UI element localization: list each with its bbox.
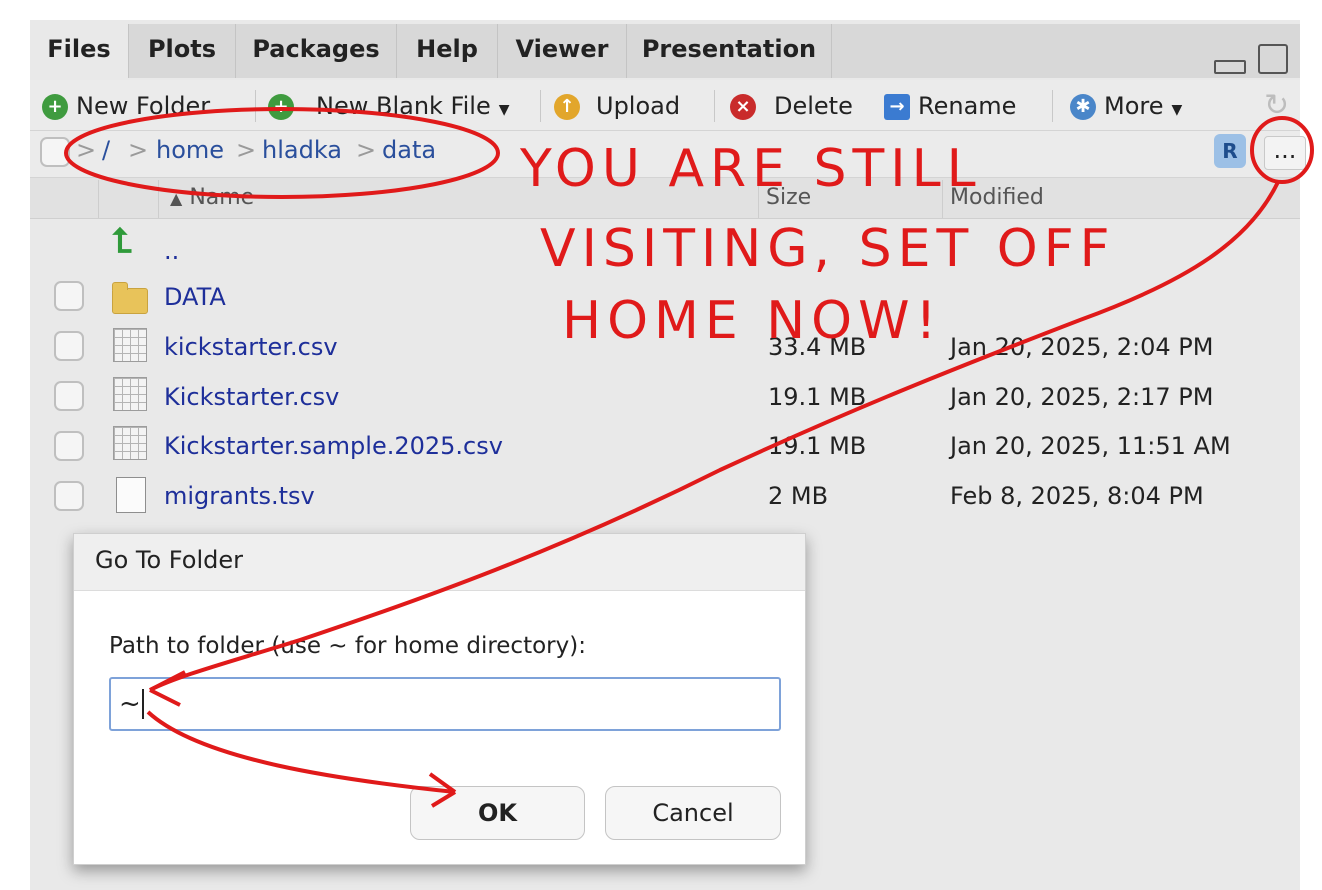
spreadsheet-icon — [113, 328, 147, 362]
file-modified: Jan 20, 2025, 2:04 PM — [950, 333, 1214, 361]
breadcrumb-separator-icon: > — [76, 136, 97, 164]
breadcrumb-root[interactable]: / — [102, 134, 110, 166]
upload-icon: ↑ — [554, 94, 580, 120]
file-size: 19.1 MB — [768, 383, 867, 411]
column-header-name[interactable]: ▲ Name — [170, 182, 254, 215]
go-to-folder-dialog: Go To Folder Path to folder (use ~ for h… — [73, 533, 806, 865]
file-size: 33.4 MB — [768, 333, 867, 361]
file-name-link[interactable]: Kickstarter.csv — [164, 380, 339, 414]
path-input[interactable]: ~​ — [109, 677, 781, 731]
toolbar-divider — [714, 90, 715, 122]
breadcrumb-item-hladka[interactable]: hladka — [262, 134, 342, 166]
file-modified: Jan 20, 2025, 11:51 AM — [950, 432, 1231, 460]
minimize-icon[interactable] — [1214, 60, 1246, 74]
file-name-link[interactable]: Kickstarter.sample.2025.csv — [164, 429, 503, 463]
row-checkbox[interactable] — [54, 331, 84, 361]
breadcrumb-item-home[interactable]: home — [156, 134, 224, 166]
row-checkbox[interactable] — [54, 381, 84, 411]
more-label: More — [1104, 92, 1164, 120]
add-file-icon: + — [268, 94, 294, 120]
refresh-icon[interactable]: ↻ — [1264, 88, 1289, 124]
breadcrumb-separator-icon: > — [236, 136, 257, 164]
new-folder-icon: + — [42, 94, 68, 120]
column-divider — [158, 180, 159, 218]
row-checkbox[interactable] — [54, 431, 84, 461]
row-checkbox[interactable] — [54, 481, 84, 511]
upload-button[interactable]: ↑ Upload — [554, 88, 680, 124]
file-size: 19.1 MB — [768, 432, 867, 460]
spreadsheet-icon — [113, 426, 147, 460]
row-checkbox[interactable] — [54, 281, 84, 311]
r-project-icon[interactable]: R — [1214, 134, 1246, 168]
column-header-size[interactable]: Size — [766, 182, 811, 214]
more-button[interactable]: ✱ More ▼ — [1070, 88, 1182, 124]
delete-icon: × — [730, 94, 756, 120]
tab-plots[interactable]: Plots — [129, 24, 236, 78]
path-input-value: ~ — [119, 689, 141, 719]
sort-ascending-icon: ▲ — [170, 189, 183, 208]
rename-icon: → — [884, 94, 910, 120]
gear-icon: ✱ — [1070, 94, 1096, 120]
column-name-label: Name — [189, 185, 255, 210]
file-modified: Jan 20, 2025, 2:17 PM — [950, 383, 1214, 411]
cancel-button[interactable]: Cancel — [605, 786, 781, 840]
breadcrumb-separator-icon: > — [128, 136, 149, 164]
toolbar-divider — [540, 90, 541, 122]
text-file-icon — [116, 477, 146, 513]
text-cursor: ​ — [141, 689, 144, 719]
ok-button[interactable]: OK — [410, 786, 585, 840]
maximize-icon[interactable] — [1258, 44, 1288, 74]
column-header-modified[interactable]: Modified — [950, 182, 1044, 214]
toolbar-divider — [255, 90, 256, 122]
go-to-directory-button[interactable]: ... — [1264, 136, 1306, 170]
breadcrumb-separator-icon: > — [356, 136, 377, 164]
path-field-label: Path to folder (use ~ for home directory… — [109, 633, 586, 659]
rename-button[interactable]: → Rename — [884, 88, 1016, 124]
file-name-link[interactable]: DATA — [164, 280, 226, 314]
new-folder-label: New Folder — [76, 92, 211, 120]
column-divider — [758, 180, 759, 218]
file-name-link[interactable]: kickstarter.csv — [164, 330, 338, 364]
tab-packages[interactable]: Packages — [236, 24, 397, 78]
upload-label: Upload — [596, 92, 681, 120]
folder-icon — [112, 282, 148, 314]
go-up-arrow-icon: ⮤ — [112, 221, 133, 261]
tab-viewer[interactable]: Viewer — [498, 24, 627, 78]
file-modified: Feb 8, 2025, 8:04 PM — [950, 482, 1204, 510]
dialog-title-bar: Go To Folder — [74, 534, 805, 591]
tab-help[interactable]: Help — [397, 24, 498, 78]
chevron-down-icon: ▼ — [1171, 102, 1183, 118]
chevron-down-icon: ▼ — [498, 102, 510, 118]
rename-label: Rename — [918, 92, 1017, 120]
tab-files[interactable]: Files — [30, 24, 129, 78]
tab-presentation[interactable]: Presentation — [627, 24, 832, 78]
delete-button[interactable]: × Delete — [730, 88, 853, 124]
file-size: 2 MB — [768, 482, 829, 510]
spreadsheet-icon — [113, 377, 147, 411]
column-divider — [98, 180, 99, 218]
new-blank-file-label: New Blank File — [316, 92, 491, 120]
dialog-title: Go To Folder — [95, 546, 243, 574]
breadcrumb-item-data[interactable]: data — [382, 134, 436, 166]
new-folder-button[interactable]: + New Folder — [42, 88, 210, 124]
select-all-checkbox[interactable] — [40, 137, 70, 167]
new-blank-file-button[interactable]: + New Blank File ▼ — [268, 88, 510, 124]
file-name-link[interactable]: migrants.tsv — [164, 479, 315, 513]
toolbar-divider — [1052, 90, 1053, 122]
parent-directory-link[interactable]: .. — [164, 234, 179, 268]
delete-label: Delete — [774, 92, 853, 120]
column-divider — [942, 180, 943, 218]
